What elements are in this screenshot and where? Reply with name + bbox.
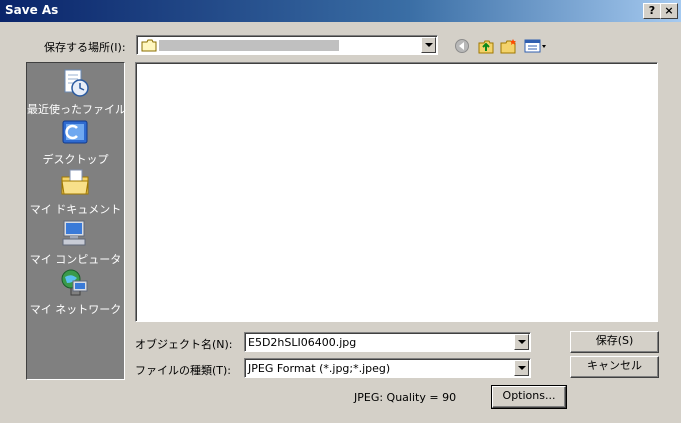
jpeg-quality-text: JPEG: Quality = 90 xyxy=(354,391,457,404)
filetype-label: ファイルの種類(T): xyxy=(135,364,232,377)
my-documents-icon xyxy=(61,169,89,195)
place-my-network[interactable]: マイ ネットワーク xyxy=(27,267,124,317)
place-recent[interactable]: 最近使ったファイル xyxy=(27,67,126,117)
place-desktop[interactable]: デスクトップ xyxy=(27,117,124,167)
back-icon[interactable] xyxy=(454,38,472,54)
up-folder-icon[interactable] xyxy=(477,38,495,54)
save-button[interactable]: 保存(S) xyxy=(570,331,659,353)
place-label: 最近使ったファイル xyxy=(27,103,126,116)
filetype-value: JPEG Format (*.jpg;*.jpeg) xyxy=(248,362,391,375)
my-computer-icon xyxy=(62,220,86,246)
chevron-down-icon xyxy=(425,43,433,47)
place-label: デスクトップ xyxy=(42,153,109,166)
chevron-down-icon xyxy=(518,340,526,344)
folder-icon xyxy=(141,39,157,52)
location-path-redacted xyxy=(159,40,339,51)
options-button[interactable]: Options... xyxy=(491,385,567,409)
file-list[interactable] xyxy=(135,62,658,322)
recent-files-icon xyxy=(64,69,89,97)
filename-input[interactable]: E5D2hSLI06400.jpg xyxy=(248,336,356,349)
filename-dropdown-button[interactable] xyxy=(514,334,529,350)
place-label: マイ コンピュータ xyxy=(29,253,122,266)
window-title: Save As xyxy=(5,3,59,17)
filetype-dropdown-button[interactable] xyxy=(514,360,529,376)
places-bar: 最近使ったファイル デスクトップ マイ ドキュメント マイ コンピュータ マイ … xyxy=(26,62,126,380)
location-combo[interactable] xyxy=(136,35,438,55)
desktop-icon xyxy=(62,120,88,144)
place-label: マイ ドキュメント xyxy=(29,203,122,216)
chevron-down-icon xyxy=(518,366,526,370)
place-label: マイ ネットワーク xyxy=(29,303,122,316)
cancel-button[interactable]: キャンセル xyxy=(570,356,659,378)
location-dropdown-button[interactable] xyxy=(421,37,436,53)
new-folder-icon[interactable] xyxy=(500,38,518,54)
place-my-computer[interactable]: マイ コンピュータ xyxy=(27,217,124,267)
my-network-icon xyxy=(61,269,88,296)
place-my-documents[interactable]: マイ ドキュメント xyxy=(27,167,124,217)
view-menu-icon[interactable] xyxy=(524,38,548,54)
location-label: 保存する場所(I): xyxy=(44,41,126,54)
title-bar xyxy=(0,0,681,22)
filename-combo[interactable]: E5D2hSLI06400.jpg xyxy=(244,332,531,352)
help-button[interactable]: ? xyxy=(643,3,661,19)
filename-label: オブジェクト名(N): xyxy=(135,338,233,351)
filetype-select[interactable]: JPEG Format (*.jpg;*.jpeg) xyxy=(244,358,531,378)
close-button[interactable]: × xyxy=(660,3,678,19)
